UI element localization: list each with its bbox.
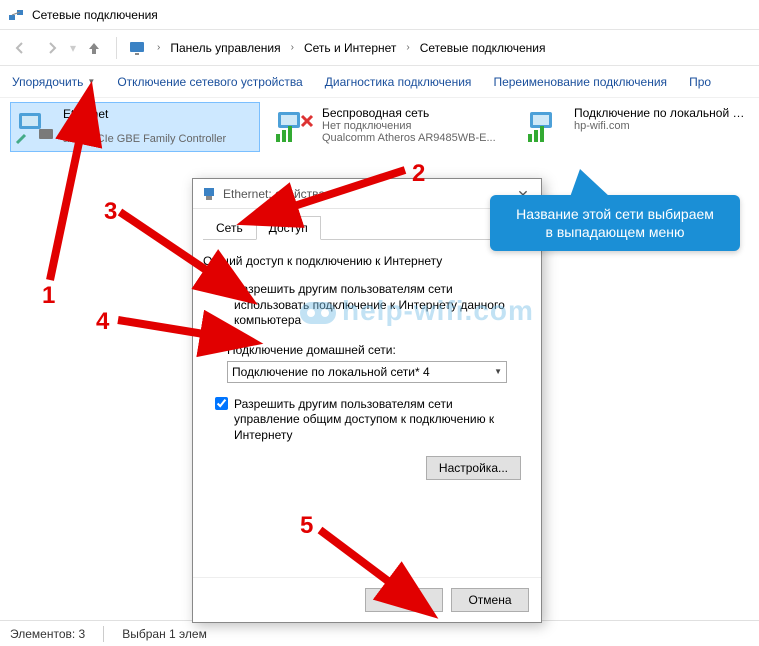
- diagnose-button[interactable]: Диагностика подключения: [325, 75, 472, 89]
- tab-sharing[interactable]: Доступ: [256, 216, 321, 240]
- connection-name: Подключение по локальной сети* 4: [574, 106, 748, 120]
- connection-item-local[interactable]: Подключение по локальной сети* 4 hp-wifi…: [522, 102, 752, 150]
- ok-button[interactable]: OK: [365, 588, 443, 612]
- connection-item-ethernet[interactable]: Ethernet ASUS altek PCIe GBE Family Cont…: [10, 102, 260, 152]
- window-title: Сетевые подключения: [32, 8, 158, 22]
- home-network-select[interactable]: Подключение по локальной сети* 4 ▼: [227, 361, 507, 383]
- status-bar: Элементов: 3 Выбран 1 элем: [0, 620, 759, 646]
- connection-device: altek PCIe GBE Family Controller: [63, 133, 226, 145]
- sharing-group-label: Общий доступ к подключению к Интернету: [203, 254, 531, 268]
- home-network-label: Подключение домашней сети:: [227, 343, 531, 357]
- tab-network[interactable]: Сеть: [203, 216, 256, 240]
- cancel-button[interactable]: Отмена: [451, 588, 529, 612]
- ethernet-adapter-icon: [15, 107, 55, 147]
- breadcrumb-network-connections[interactable]: Сетевые подключения: [418, 37, 548, 59]
- callout-line1: Название этой сети выбираем: [502, 205, 728, 223]
- network-connections-icon: [8, 7, 24, 23]
- allow-sharing-label: Разрешить другим пользователям сети испо…: [234, 282, 514, 329]
- connection-status: ASUS: [63, 121, 226, 133]
- wireless-adapter-icon: [274, 106, 314, 146]
- breadcrumb-control-panel[interactable]: Панель управления: [168, 37, 282, 59]
- allow-sharing-checkbox[interactable]: [215, 282, 228, 295]
- disable-device-button[interactable]: Отключение сетевого устройства: [117, 75, 302, 89]
- annotation-callout: Название этой сети выбираем в выпадающем…: [490, 195, 740, 251]
- allow-control-label: Разрешить другим пользователям сети упра…: [234, 397, 514, 444]
- chevron-icon: ›: [402, 42, 413, 53]
- view-properties-truncated[interactable]: Про: [689, 75, 711, 89]
- chevron-icon: ›: [287, 42, 298, 53]
- rename-button[interactable]: Переименование подключения: [493, 75, 667, 89]
- chevron-down-icon: ▼: [87, 77, 95, 86]
- connection-item-wireless[interactable]: Беспроводная сеть Нет подключения Qualco…: [270, 102, 520, 150]
- connection-status: hp-wifi.com: [574, 120, 748, 132]
- connection-name: Беспроводная сеть: [322, 106, 496, 120]
- organize-menu[interactable]: Упорядочить ▼: [12, 75, 95, 89]
- address-bar: ▾ › Панель управления › Сеть и Интернет …: [0, 30, 759, 66]
- chevron-icon: ›: [153, 42, 164, 53]
- back-button[interactable]: [6, 34, 34, 62]
- connection-name: Ethernet: [63, 107, 226, 121]
- callout-line2: в выпадающем меню: [502, 223, 728, 241]
- forward-button[interactable]: [38, 34, 66, 62]
- control-panel-icon: [129, 40, 145, 56]
- window-titlebar: Сетевые подключения: [0, 0, 759, 30]
- connection-status: Нет подключения: [322, 120, 496, 132]
- connection-device: Qualcomm Atheros AR9485WB-E...: [322, 132, 496, 144]
- home-network-value: Подключение по локальной сети* 4: [232, 365, 430, 379]
- status-elements-count: Элементов: 3: [10, 627, 85, 641]
- local-adapter-icon: [526, 106, 566, 146]
- dialog-footer: OK Отмена: [193, 577, 541, 622]
- dialog-titlebar: Ethernet: свойства ✕: [193, 179, 541, 209]
- status-selected-count: Выбран 1 элем: [122, 627, 207, 641]
- breadcrumb-network-internet[interactable]: Сеть и Интернет: [302, 37, 398, 59]
- ethernet-icon: [201, 186, 217, 202]
- allow-control-checkbox[interactable]: [215, 397, 228, 410]
- dialog-title: Ethernet: свойства: [223, 187, 325, 201]
- command-bar: Упорядочить ▼ Отключение сетевого устрой…: [0, 66, 759, 98]
- up-button[interactable]: [80, 34, 108, 62]
- settings-button[interactable]: Настройка...: [426, 456, 521, 480]
- chevron-down-icon: ▼: [494, 367, 502, 376]
- dialog-tabs: Сеть Доступ: [203, 215, 531, 240]
